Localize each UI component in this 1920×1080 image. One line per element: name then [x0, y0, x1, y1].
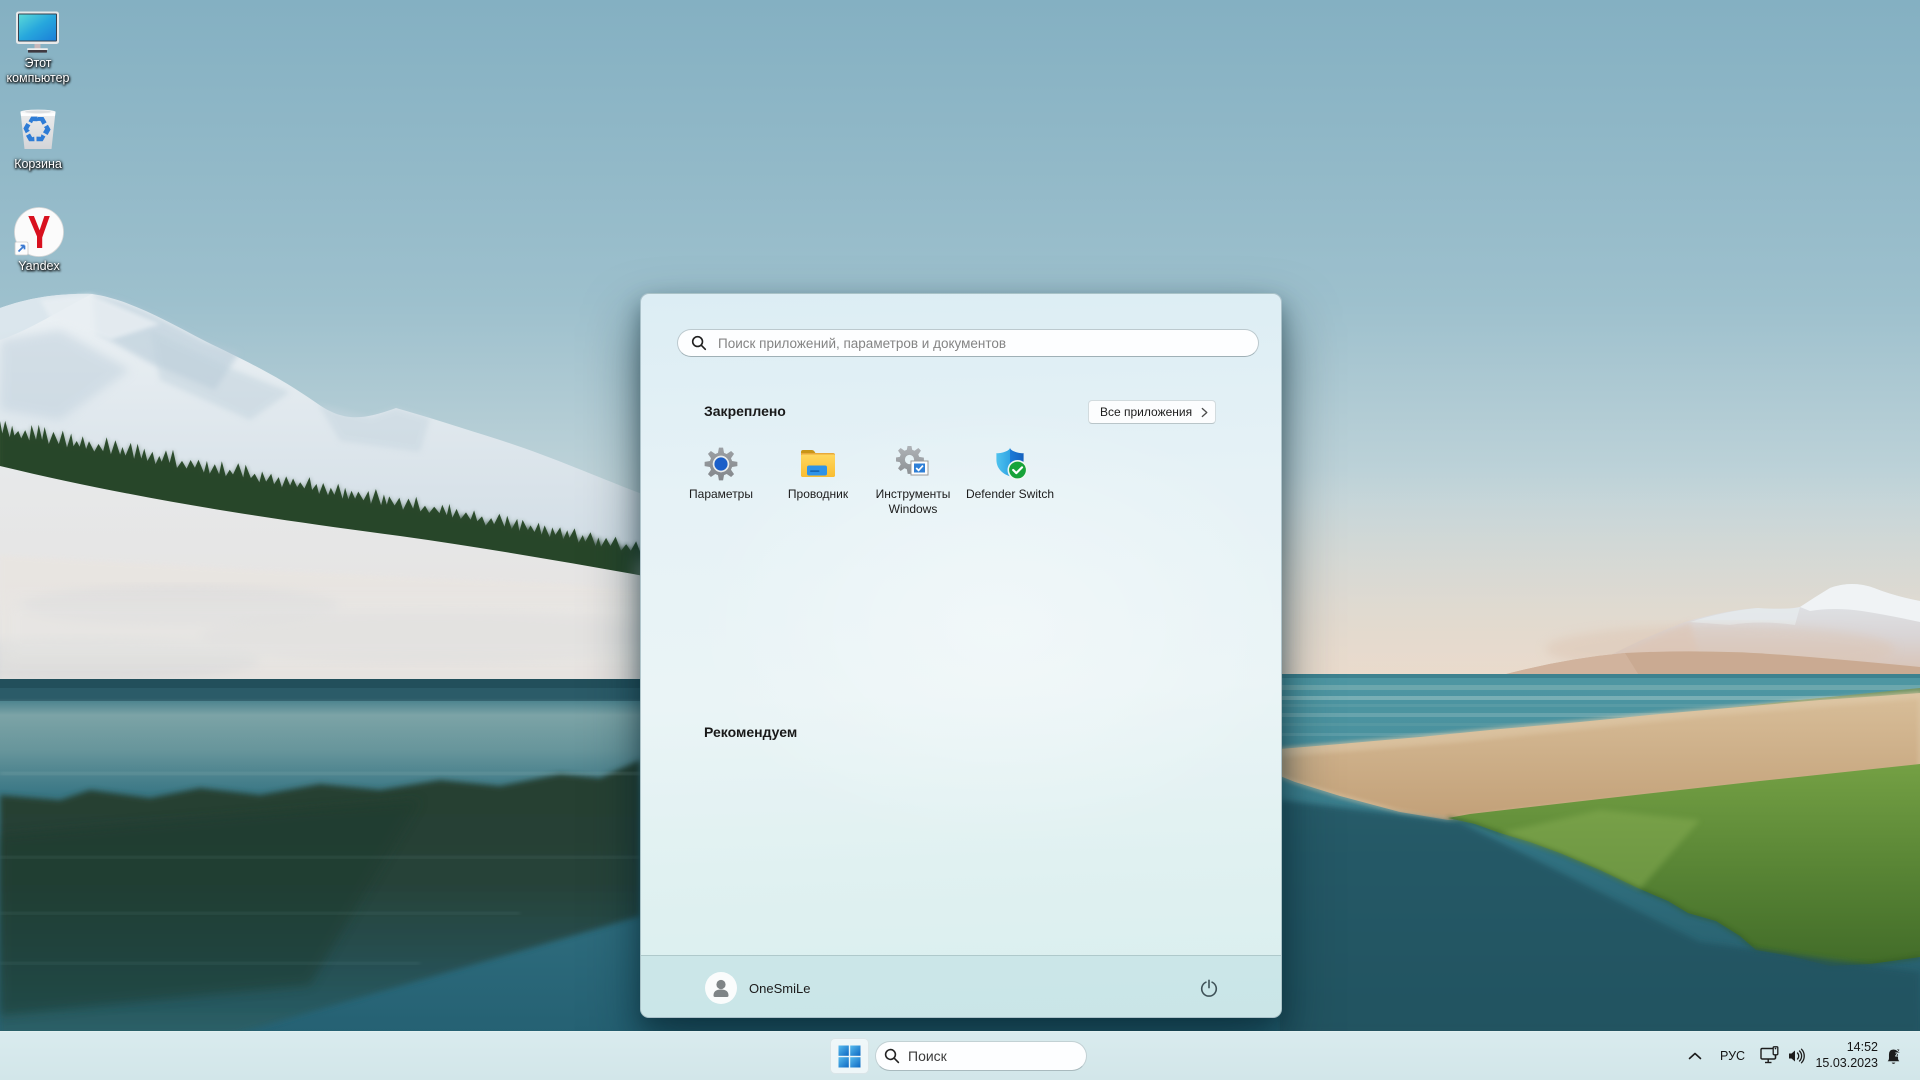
svg-text:z: z: [1897, 1049, 1900, 1055]
